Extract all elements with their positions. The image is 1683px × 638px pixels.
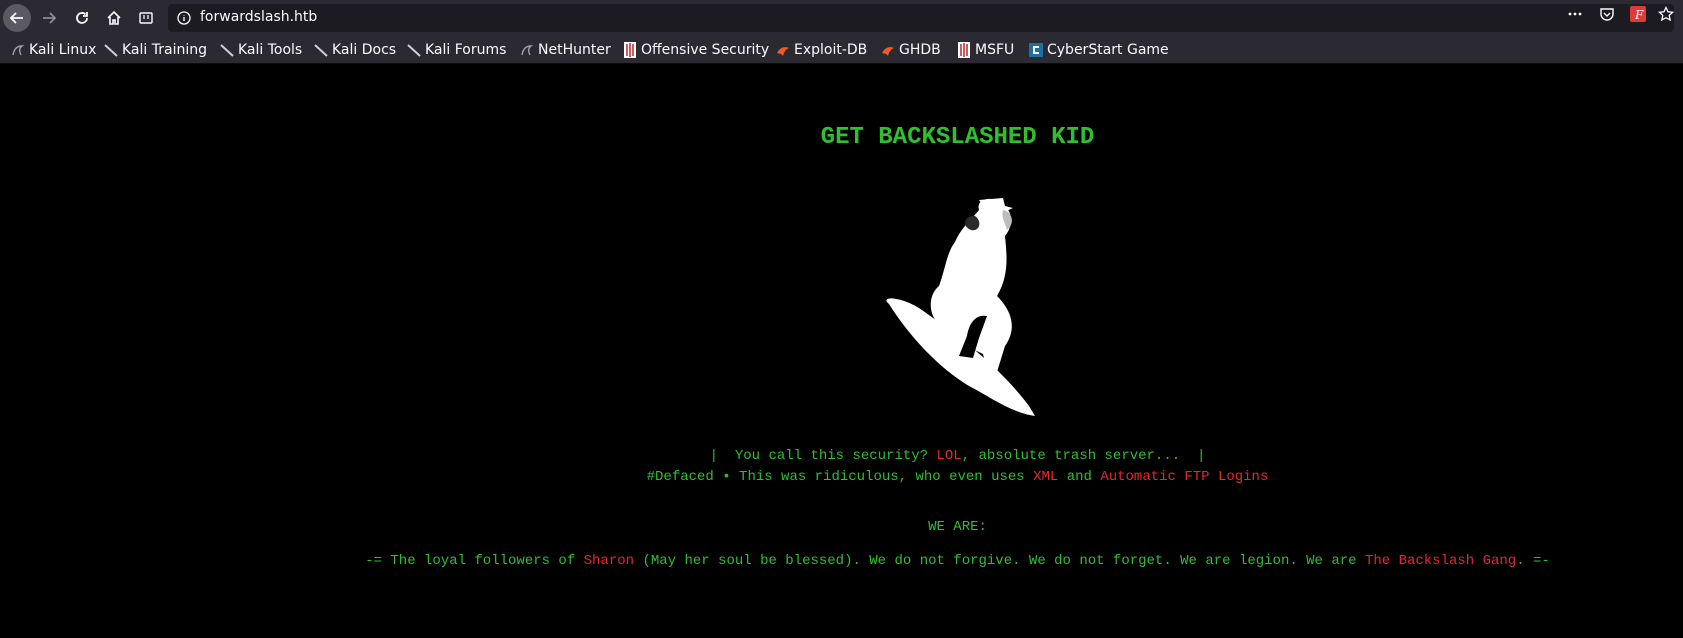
url-text[interactable]: forwardslash.htb bbox=[200, 9, 317, 25]
arrow-right-icon bbox=[43, 12, 57, 24]
bookmark-label: NetHunter bbox=[538, 42, 611, 58]
bookmark-label: Kali Training bbox=[122, 42, 207, 58]
bookmark-label: CyberStart Game bbox=[1047, 42, 1169, 58]
offsec-icon bbox=[956, 42, 972, 58]
gang-manifesto-line: -= The loyal followers of Sharon (May he… bbox=[0, 553, 1683, 569]
kali-dragon-icon bbox=[10, 42, 26, 58]
kali-knife-icon bbox=[313, 42, 329, 58]
sharon-text: Sharon bbox=[583, 553, 635, 569]
bookmark-kali-tools[interactable]: Kali Tools bbox=[219, 41, 302, 59]
reader-view-button[interactable] bbox=[132, 4, 160, 32]
home-icon bbox=[107, 10, 121, 25]
bookmark-label: MSFU bbox=[975, 42, 1015, 58]
bookmark-kali-linux[interactable]: Kali Linux bbox=[10, 41, 96, 59]
star-icon bbox=[1658, 6, 1674, 22]
defaced-text: #Defaced • This was ridiculous, who even… bbox=[646, 469, 1034, 485]
pocket-icon bbox=[1600, 8, 1614, 21]
bookmark-label: Kali Tools bbox=[238, 42, 303, 58]
pocket-button[interactable] bbox=[1595, 4, 1619, 24]
extension-f-icon: F bbox=[1630, 6, 1646, 22]
svg-text:F: F bbox=[1634, 8, 1644, 22]
extension-button[interactable]: F bbox=[1626, 4, 1650, 24]
ftp-logins-text: Automatic FTP Logins bbox=[1100, 469, 1269, 485]
xml-text: XML bbox=[1033, 469, 1059, 485]
bookmark-kali-forums[interactable]: Kali Forums bbox=[406, 41, 506, 59]
manifesto-text: -= The loyal followers of bbox=[365, 553, 584, 569]
backslash-gang-text: The Backslash Gang bbox=[1364, 553, 1517, 569]
kali-knife-icon bbox=[103, 42, 119, 58]
lol-text: LOL bbox=[936, 448, 962, 464]
forward-button[interactable] bbox=[35, 4, 63, 32]
and-text: and bbox=[1058, 469, 1101, 485]
exploit-db-icon bbox=[775, 42, 791, 58]
bookmark-label: Offensive Security bbox=[641, 42, 770, 58]
bookmark-msfu[interactable]: MSFU bbox=[956, 41, 1014, 59]
bookmark-label: Kali Forums bbox=[425, 42, 507, 58]
defaced-line: #Defaced • This was ridiculous, who even… bbox=[0, 469, 1683, 485]
we-are-label: WE ARE: bbox=[928, 519, 987, 535]
bookmark-ghdb[interactable]: GHDB bbox=[880, 41, 941, 59]
url-bar[interactable]: forwardslash.htb bbox=[168, 4, 1674, 32]
security-taunt-line: | You call this security? LOL, absolute … bbox=[0, 448, 1683, 464]
taunt-text-end: , absolute trash server... | bbox=[961, 448, 1206, 464]
offsec-icon bbox=[622, 42, 638, 58]
bookmark-star-button[interactable] bbox=[1654, 4, 1678, 24]
page-content: GET BACKSLASHED KID | You call this secu… bbox=[0, 64, 1683, 638]
manifesto-end-text: . =- bbox=[1516, 553, 1550, 569]
bookmark-cyberstart-game[interactable]: CyberStart Game bbox=[1028, 41, 1169, 59]
bookmark-kali-training[interactable]: Kali Training bbox=[103, 41, 207, 59]
page-heading: GET BACKSLASHED KID bbox=[820, 124, 1095, 151]
bookmark-offensive-security[interactable]: Offensive Security bbox=[622, 41, 769, 59]
exploit-db-icon bbox=[880, 42, 896, 58]
snowboarder-image bbox=[886, 198, 1035, 416]
manifesto-middle-text: (May her soul be blessed). We do not for… bbox=[634, 553, 1365, 569]
bookmark-label: Kali Docs bbox=[332, 42, 397, 58]
page-actions-button[interactable] bbox=[1563, 4, 1587, 24]
bookmark-label: GHDB bbox=[899, 42, 941, 58]
reload-button[interactable] bbox=[68, 4, 96, 32]
bookmark-label: Kali Linux bbox=[29, 42, 97, 58]
reader-view-icon bbox=[139, 12, 153, 24]
taunt-text: | You call this security? bbox=[709, 448, 937, 464]
bookmark-label: Exploit-DB bbox=[794, 42, 868, 58]
back-button[interactable] bbox=[3, 4, 31, 32]
bookmark-nethunter[interactable]: NetHunter bbox=[519, 41, 611, 59]
browser-toolbar: forwardslash.htb F bbox=[0, 0, 1683, 36]
kali-dragon-icon bbox=[519, 42, 535, 58]
cyberstart-icon bbox=[1028, 42, 1044, 58]
reload-icon bbox=[76, 12, 88, 24]
bookmark-exploit-db[interactable]: Exploit-DB bbox=[775, 41, 867, 59]
home-button[interactable] bbox=[100, 4, 128, 32]
bookmarks-toolbar: Kali Linux Kali Training Kali Tools Kali… bbox=[0, 36, 1683, 64]
kali-knife-icon bbox=[219, 42, 235, 58]
arrow-left-icon bbox=[9, 12, 23, 24]
site-info-icon[interactable] bbox=[176, 10, 192, 26]
more-dots-icon bbox=[1568, 12, 1582, 16]
kali-knife-icon bbox=[406, 42, 422, 58]
bookmark-kali-docs[interactable]: Kali Docs bbox=[313, 41, 396, 59]
